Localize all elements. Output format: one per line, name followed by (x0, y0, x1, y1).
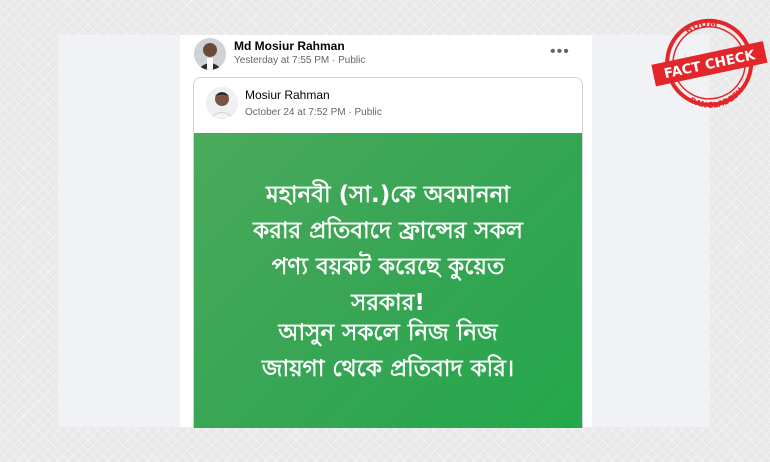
more-options-icon[interactable]: ••• (550, 43, 570, 61)
post-author-name[interactable]: Md Mosiur Rahman (234, 39, 345, 53)
banner-text-block-1: মহানবী (সা.)কে অবমাননা করার প্রতিবাদে ফ্… (202, 177, 574, 321)
post-timestamp[interactable]: Yesterday at 7:55 PM · Public (234, 55, 365, 66)
banner-text-block-2: আসুন সকলে নিজ নিজ জায়গা থেকে প্রতিবাদ ক… (202, 315, 574, 387)
shared-author-avatar[interactable] (206, 87, 238, 119)
facebook-post: Md Mosiur Rahman Yesterday at 7:55 PM · … (180, 35, 592, 428)
banner-line: করার প্রতিবাদে ফ্রান্সের সকল (253, 218, 523, 244)
banner-line: মহানবী (সা.)কে অবমাননা (266, 182, 510, 208)
shared-author-name[interactable]: Mosiur Rahman (245, 88, 330, 102)
shared-post-timestamp[interactable]: October 24 at 7:52 PM · Public (245, 107, 382, 118)
stamp-bottom-text: BANGLADESH (687, 85, 748, 115)
author-avatar[interactable] (194, 38, 226, 70)
boom-fact-check-stamp: BOOM FACT CHECK BANGLADESH (651, 17, 768, 115)
banner-line: জায়গা থেকে প্রতিবাদ করি। (261, 356, 515, 382)
banner-line: পণ্য বয়কট করেছে কুয়েত (271, 254, 505, 280)
banner-line: আসুন সকলে নিজ নিজ (278, 320, 498, 346)
shared-post: Mosiur Rahman October 24 at 7:52 PM · Pu… (193, 77, 583, 428)
post-text-banner: মহানবী (সা.)কে অবমাননা করার প্রতিবাদে ফ্… (194, 133, 582, 428)
